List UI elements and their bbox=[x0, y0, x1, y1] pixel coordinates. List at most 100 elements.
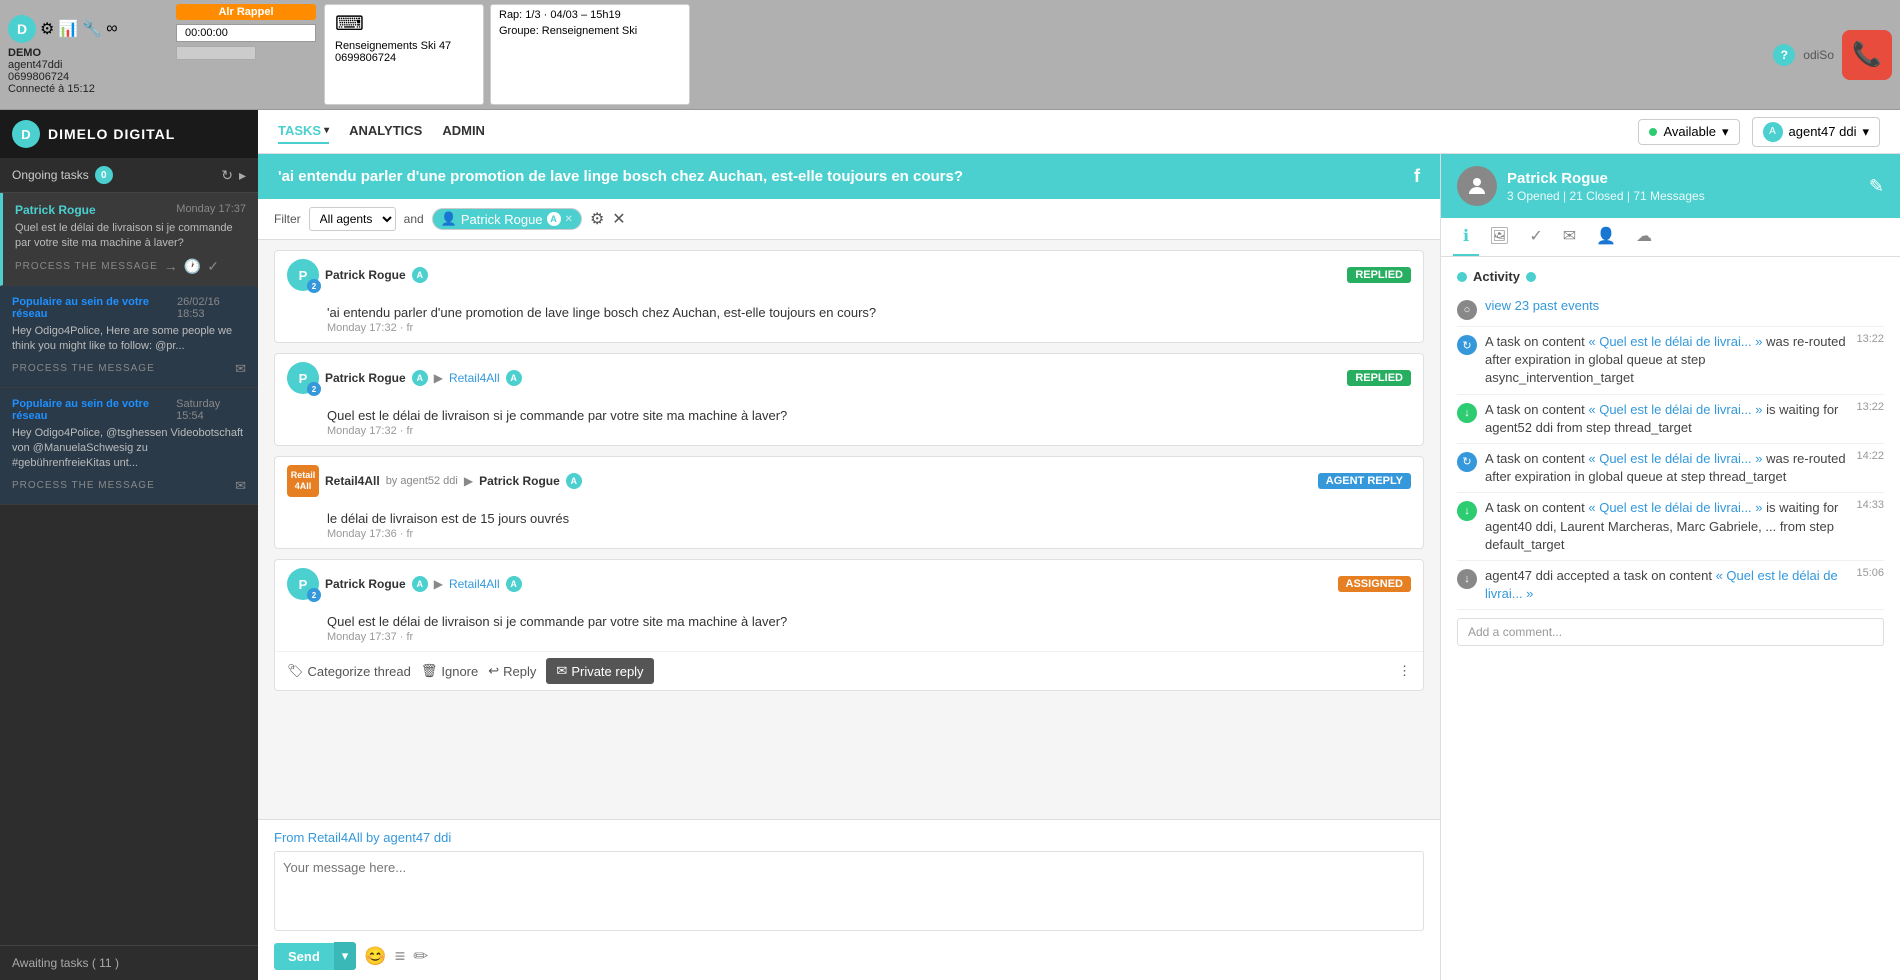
task-date-1: Monday 17:37 bbox=[176, 203, 246, 215]
task-msg-3: Hey Odigo4Police, @tsghessen Videobotsch… bbox=[12, 426, 246, 472]
msg-sender-1: Patrick Rogue bbox=[325, 268, 406, 282]
task-check-icon[interactable]: ✓ bbox=[207, 258, 219, 275]
task-msg-2: Hey Odigo4Police, Here are some people w… bbox=[12, 324, 246, 355]
attach-icon[interactable]: ✏ bbox=[413, 946, 428, 967]
agent-info-badge[interactable]: A agent47 ddi ▾ bbox=[1752, 117, 1880, 147]
message-2: P 2 Patrick Rogue A ▶ Retail4All A REPLI… bbox=[274, 353, 1424, 446]
recall-progress-bar bbox=[176, 46, 256, 60]
rp-tab-cloud[interactable]: ☁ bbox=[1626, 218, 1662, 256]
help-icon[interactable]: ? bbox=[1773, 44, 1795, 66]
activity-bullet2 bbox=[1526, 272, 1536, 282]
sidebar-more-icon[interactable]: ▸ bbox=[239, 167, 246, 184]
more-options-button[interactable]: ⋮ bbox=[1398, 663, 1411, 679]
ignore-button[interactable]: 🗑 Ignore bbox=[421, 663, 478, 679]
sidebar-header: D DIMELO DIGITAL bbox=[0, 110, 258, 158]
ignore-label: Ignore bbox=[441, 664, 478, 679]
send-button[interactable]: Send bbox=[274, 943, 334, 970]
msg-to-agent-tag-4: A bbox=[506, 576, 522, 592]
from-agent: by agent47 ddi bbox=[366, 830, 451, 845]
source-badge-2: 2 bbox=[307, 382, 321, 396]
msg-meta-4: Monday 17:37 · fr bbox=[327, 631, 1411, 643]
task-item-1[interactable]: Patrick Rogue Monday 17:37 Quel est le d… bbox=[0, 193, 258, 286]
more-icon[interactable]: ∞ bbox=[106, 20, 117, 38]
task-clock-icon[interactable]: 🕐 bbox=[184, 258, 201, 275]
rp-tab-check[interactable]: ✓ bbox=[1519, 218, 1552, 256]
rap-info: Rap: 1/3 · 04/03 – 15h19 bbox=[499, 9, 681, 21]
task-list: Patrick Rogue Monday 17:37 Quel est le d… bbox=[0, 193, 258, 945]
refresh-icon[interactable]: ↻ bbox=[221, 167, 233, 184]
rp-tab-history[interactable]: 🖼 bbox=[1479, 218, 1519, 256]
task-date-2: 26/02/16 18:53 bbox=[177, 296, 246, 320]
msg-arrow-4: ▶ bbox=[434, 577, 443, 591]
categorize-label: Categorize thread bbox=[308, 664, 411, 679]
source-badge-4: 2 bbox=[307, 588, 321, 602]
messages-area: P 2 Patrick Rogue A REPLIED 'ai entendu … bbox=[258, 240, 1440, 819]
gear-icon[interactable]: ⚙ bbox=[40, 19, 54, 39]
msg-status-3: AGENT REPLY bbox=[1318, 473, 1411, 489]
activity-bullet bbox=[1457, 272, 1467, 282]
agent-avatar: A bbox=[1763, 122, 1783, 142]
phone-call-button[interactable]: 📞 bbox=[1842, 30, 1892, 80]
msg-meta-1: Monday 17:32 · fr bbox=[327, 322, 1411, 334]
reply-textarea[interactable] bbox=[274, 851, 1424, 931]
nav-bar: TASKS ▾ ANALYTICS ADMIN Available ▾ A ag… bbox=[258, 110, 1900, 154]
phone-grid-icon: ⌨ bbox=[335, 11, 473, 36]
categorize-icon: 🏷 bbox=[287, 663, 304, 679]
categorize-thread-button[interactable]: 🏷 Categorize thread bbox=[287, 663, 411, 679]
main-layout: D DIMELO DIGITAL Ongoing tasks 0 ↻ ▸ Pat… bbox=[0, 110, 1900, 980]
task-forward-icon[interactable]: → bbox=[164, 258, 178, 274]
nav-admin[interactable]: ADMIN bbox=[442, 119, 485, 144]
dimelo-logo-icon[interactable]: D bbox=[8, 15, 36, 43]
send-btn-group: Send ▾ bbox=[274, 942, 356, 970]
private-reply-label: Private reply bbox=[571, 664, 643, 679]
sidebar: D DIMELO DIGITAL Ongoing tasks 0 ↻ ▸ Pat… bbox=[0, 110, 258, 980]
task-item-3[interactable]: Populaire au sein de votre réseau Saturd… bbox=[0, 388, 258, 505]
from-label: From bbox=[274, 830, 304, 845]
msg-agent-tag-4: A bbox=[412, 576, 428, 592]
all-agents-select[interactable]: All agents bbox=[309, 207, 396, 231]
activity-item-5: ↓ agent47 ddi accepted a task on content… bbox=[1457, 561, 1884, 610]
send-dropdown-button[interactable]: ▾ bbox=[334, 942, 357, 970]
add-comment-input[interactable]: Add a comment... bbox=[1457, 618, 1884, 646]
recall-badge[interactable]: Alr Rappel bbox=[176, 4, 316, 20]
filter-settings-icon[interactable]: ⚙ bbox=[590, 209, 604, 229]
agent-filter-tag[interactable]: 👤 Patrick Rogue A ✕ bbox=[432, 208, 582, 230]
formatting-icon[interactable]: ≡ bbox=[395, 946, 406, 967]
rp-header: Patrick Rogue 3 Opened | 21 Closed | 71 … bbox=[1441, 154, 1900, 218]
task-email-icon-2[interactable]: ✉ bbox=[235, 361, 246, 377]
reply-label: Reply bbox=[503, 664, 536, 679]
rp-tab-info[interactable]: ℹ bbox=[1453, 218, 1479, 256]
activity-item-1: ↻ A task on content « Quel est le délai … bbox=[1457, 327, 1884, 395]
nav-tasks[interactable]: TASKS ▾ bbox=[278, 119, 329, 144]
ongoing-count-badge: 0 bbox=[95, 166, 113, 184]
filter-agent-remove[interactable]: ✕ bbox=[565, 214, 573, 225]
ignore-icon: 🗑 bbox=[421, 663, 438, 679]
msg-status-4: ASSIGNED bbox=[1338, 576, 1411, 592]
task-email-icon-3[interactable]: ✉ bbox=[235, 478, 246, 494]
sidebar-section-ongoing: Ongoing tasks 0 ↻ ▸ bbox=[0, 158, 258, 193]
emoji-icon[interactable]: 😊 bbox=[364, 946, 386, 967]
rp-stats: 3 Opened | 21 Closed | 71 Messages bbox=[1507, 189, 1705, 203]
rp-tab-person[interactable]: 👤 bbox=[1586, 218, 1626, 256]
top-bar-middle: ⌨ Renseignements Ski 47 0699806724 Rap: … bbox=[324, 4, 690, 105]
task-item-2[interactable]: Populaire au sein de votre réseau 26/02/… bbox=[0, 286, 258, 388]
rp-edit-button[interactable]: ✎ bbox=[1869, 176, 1884, 197]
msg-to-agent-tag-3: A bbox=[566, 473, 582, 489]
reply-from: From Retail4All by agent47 ddi bbox=[274, 830, 1424, 845]
activity-item-4: ↓ A task on content « Quel est le délai … bbox=[1457, 493, 1884, 561]
nav-analytics[interactable]: ANALYTICS bbox=[349, 119, 422, 144]
filter-and: and bbox=[404, 212, 424, 226]
rp-tab-message[interactable]: ✉ bbox=[1553, 218, 1586, 256]
top-bar-agent-info: D ⚙ 📊 🔧 ∞ DEMO agent47ddi 0699806724 Con… bbox=[8, 4, 168, 105]
available-status-badge[interactable]: Available ▾ bbox=[1638, 119, 1739, 145]
settings2-icon[interactable]: 🔧 bbox=[82, 19, 102, 39]
activity-time-3: 14:22 bbox=[1856, 450, 1884, 462]
reply-button[interactable]: ↩ Reply bbox=[488, 663, 536, 679]
activity-text-5: agent47 ddi accepted a task on content «… bbox=[1485, 567, 1848, 603]
filter-clear-icon[interactable]: ✕ bbox=[612, 209, 625, 229]
msg-meta-2: Monday 17:32 · fr bbox=[327, 425, 1411, 437]
chart-icon[interactable]: 📊 bbox=[58, 19, 78, 39]
private-reply-button[interactable]: ✉ Private reply bbox=[546, 658, 653, 684]
view-past-link[interactable]: view 23 past events bbox=[1485, 298, 1599, 313]
tasks-dropdown-arrow: ▾ bbox=[324, 125, 329, 136]
